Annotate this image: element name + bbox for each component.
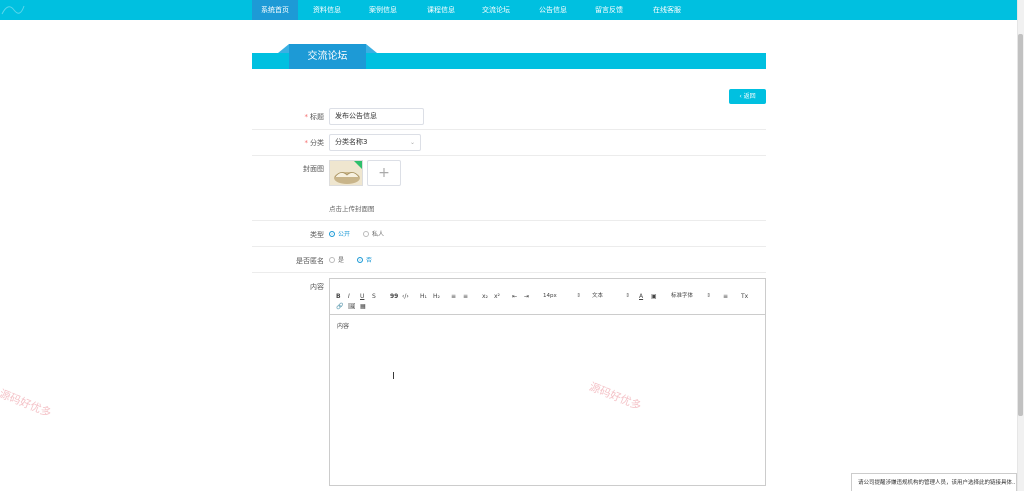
row-divider <box>252 155 766 156</box>
link-icon[interactable]: 🔗 <box>336 302 343 311</box>
cover-label: 封面图 <box>303 165 324 173</box>
align-icon[interactable]: ≡ <box>723 292 728 301</box>
cover-thumbnail[interactable] <box>329 160 363 186</box>
bullet-list-icon[interactable]: ≡ <box>463 292 468 301</box>
row-divider <box>252 246 766 247</box>
scrollbar-thumb[interactable] <box>1018 34 1023 416</box>
back-button[interactable]: ‹ 返回 <box>729 89 766 104</box>
nav-item-home[interactable]: 系统首页 <box>252 0 298 20</box>
image-icon[interactable]: 🖼 <box>348 302 356 311</box>
row-divider <box>252 220 766 221</box>
caret-icon: ⇕ <box>625 293 630 299</box>
upload-cover-button[interactable]: + <box>367 160 401 186</box>
superscript-icon[interactable]: x² <box>494 292 500 301</box>
bold-icon[interactable]: B <box>336 292 341 301</box>
content-label: 内容 <box>310 283 324 291</box>
font-family-select[interactable]: 标准字体 ⇕ <box>671 292 711 301</box>
text-cursor-icon: I <box>392 371 395 382</box>
editor-content[interactable]: 内容 <box>337 321 349 330</box>
nav-item-notices[interactable]: 公告信息 <box>530 0 576 20</box>
category-select[interactable]: 分类名称3 ⌄ <box>329 134 421 151</box>
page-scrollbar[interactable] <box>1017 0 1024 491</box>
plus-icon: + <box>378 165 390 181</box>
row-divider <box>252 129 766 130</box>
nav-item-feedback[interactable]: 留言反馈 <box>586 0 632 20</box>
font-color-icon[interactable]: A <box>639 292 643 301</box>
category-label: * 分类 <box>304 139 325 147</box>
back-button-label: 返回 <box>743 93 756 100</box>
caret-icon: ⇕ <box>576 293 581 299</box>
block-format-select[interactable]: 文本 ⇕ <box>592 292 630 301</box>
anonymous-label: 是否匿名 <box>296 257 324 265</box>
rich-text-editor[interactable]: B I U S 99 ‹/› H₁ H₂ ≡ ≡ x₂ x² ⇤ ⇥ 14px ⇕… <box>329 278 766 486</box>
type-radio-private[interactable]: 私人 <box>363 230 384 239</box>
nav-item-customer-service[interactable]: 在线客服 <box>644 0 690 20</box>
book-image <box>330 161 362 185</box>
top-nav: 系统首页 资料信息 案例信息 课程信息 交流论坛 公告信息 留言反馈 在线客服 <box>0 0 1017 20</box>
caret-icon: ⇕ <box>706 293 711 299</box>
section-title: 交流论坛 <box>278 44 377 69</box>
nav-item-forum[interactable]: 交流论坛 <box>473 0 519 20</box>
heading1-icon[interactable]: H₁ <box>420 292 427 301</box>
category-value: 分类名称3 <box>335 138 368 146</box>
nav-item-materials[interactable]: 资料信息 <box>304 0 350 20</box>
anonymous-radio-no[interactable]: 否 <box>357 256 372 265</box>
ordered-list-icon[interactable]: ≡ <box>451 292 456 301</box>
type-label: 类型 <box>310 231 324 239</box>
nav-item-courses[interactable]: 课程信息 <box>418 0 464 20</box>
code-icon[interactable]: ‹/› <box>402 292 409 301</box>
type-radio-public[interactable]: 公开 <box>329 230 350 239</box>
page: 系统首页 资料信息 案例信息 课程信息 交流论坛 公告信息 留言反馈 在线客服 … <box>0 0 1024 491</box>
indent-icon[interactable]: ⇥ <box>524 292 529 301</box>
title-label: * 标题 <box>304 113 325 121</box>
video-icon[interactable]: ▦ <box>360 302 366 311</box>
heading2-icon[interactable]: H₂ <box>433 292 440 301</box>
corner-decoration-icon <box>1 5 25 15</box>
underline-icon[interactable]: U <box>360 292 364 301</box>
anonymous-radio-yes[interactable]: 是 <box>329 256 344 265</box>
cover-upload-hint: 点击上传封面图 <box>329 205 375 213</box>
font-size-select[interactable]: 14px ⇕ <box>543 292 581 301</box>
outdent-icon[interactable]: ⇤ <box>512 292 517 301</box>
title-input[interactable]: 发布公告信息 <box>329 108 424 125</box>
bottom-notice: 请公司提醒涉嫌违规机构的管理人员，该用户选择此的链接具体... <box>851 473 1017 491</box>
nav-item-cases[interactable]: 案例信息 <box>360 0 406 20</box>
row-divider <box>252 272 766 273</box>
editor-toolbar: B I U S 99 ‹/› H₁ H₂ ≡ ≡ x₂ x² ⇤ ⇥ 14px ⇕… <box>330 279 765 315</box>
subscript-icon[interactable]: x₂ <box>482 292 488 301</box>
strike-icon[interactable]: S <box>372 292 376 301</box>
watermark: 源码好优多 <box>0 387 54 420</box>
clear-format-icon[interactable]: Tx <box>741 292 748 301</box>
blockquote-icon[interactable]: 99 <box>390 292 398 301</box>
chevron-down-icon: ⌄ <box>409 139 415 146</box>
italic-icon[interactable]: I <box>348 292 350 301</box>
background-color-icon[interactable]: ▣ <box>651 292 657 301</box>
